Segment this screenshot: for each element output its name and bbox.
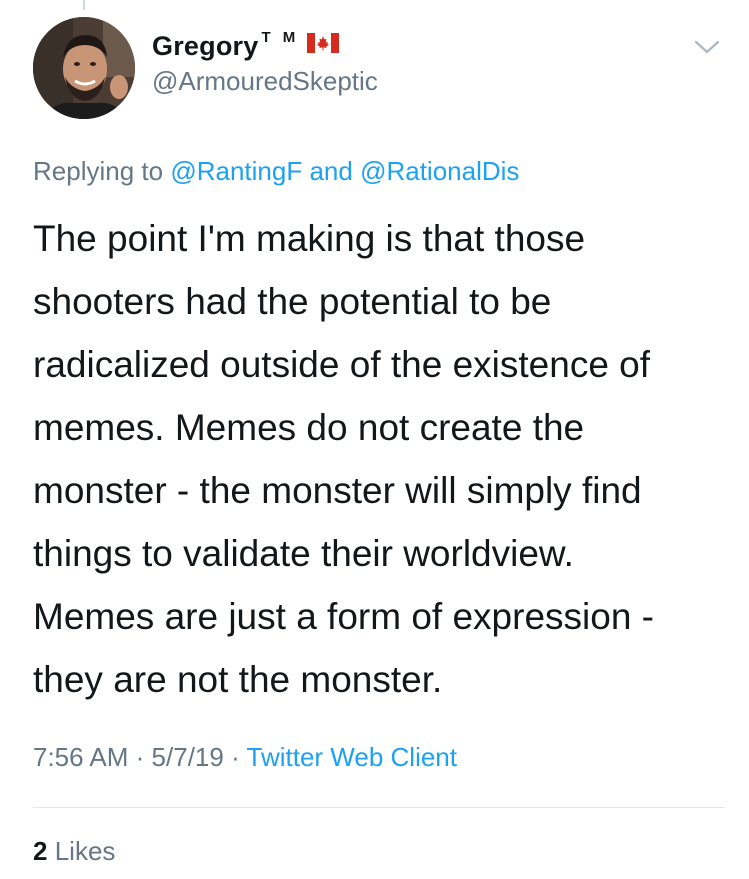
tweet-text: The point I'm making is that those shoot… xyxy=(33,207,723,711)
replying-to-label: Replying to xyxy=(33,156,164,186)
tweet-text-line: monster - the monster will simply find xyxy=(33,470,642,511)
tweet-text-line: things to validate their worldview. xyxy=(33,533,574,574)
tweet-metadata: 7:56 AM · 5/7/19 · Twitter Web Client xyxy=(33,742,457,773)
replying-to-line: Replying to @RantingF and @RationalDis xyxy=(33,156,519,187)
tweet-text-line: Memes are just a form of expression - xyxy=(33,596,654,637)
likes-stat[interactable]: 2 Likes xyxy=(33,836,115,867)
canada-flag-icon xyxy=(307,33,340,53)
avatar[interactable] xyxy=(33,17,135,119)
tweet-text-line: they are not the monster. xyxy=(33,659,443,700)
meta-separator: · xyxy=(231,742,240,772)
tweet-date[interactable]: 5/7/19 xyxy=(152,742,224,772)
likes-count: 2 xyxy=(33,836,48,866)
thread-connector-line xyxy=(83,0,85,10)
meta-separator: · xyxy=(135,742,145,772)
divider xyxy=(33,807,725,808)
likes-label: Likes xyxy=(54,836,116,866)
tweet-text-line: radicalized outside of the existence of xyxy=(33,344,651,385)
tweet-text-line: memes. Memes do not create the xyxy=(33,407,585,448)
author-handle[interactable]: @ArmouredSkeptic xyxy=(152,66,378,97)
author-name-row[interactable]: Gregory T M xyxy=(152,28,340,64)
tweet-text-line: The point I'm making is that those xyxy=(33,218,586,259)
chevron-down-icon[interactable] xyxy=(693,36,721,56)
mention-link-rationaldis[interactable]: @RationalDis xyxy=(360,156,519,186)
author-display-name[interactable]: Gregory xyxy=(152,31,258,62)
tweet-time[interactable]: 7:56 AM xyxy=(33,742,128,772)
mention-link-rantingf[interactable]: @RantingF xyxy=(170,156,302,186)
tweet-source-link[interactable]: Twitter Web Client xyxy=(247,742,457,772)
tweet-text-line: shooters had the potential to be xyxy=(33,281,552,322)
avatar-image xyxy=(33,17,135,119)
trademark-mark: T M xyxy=(261,28,300,46)
replying-joiner: and xyxy=(309,156,353,186)
